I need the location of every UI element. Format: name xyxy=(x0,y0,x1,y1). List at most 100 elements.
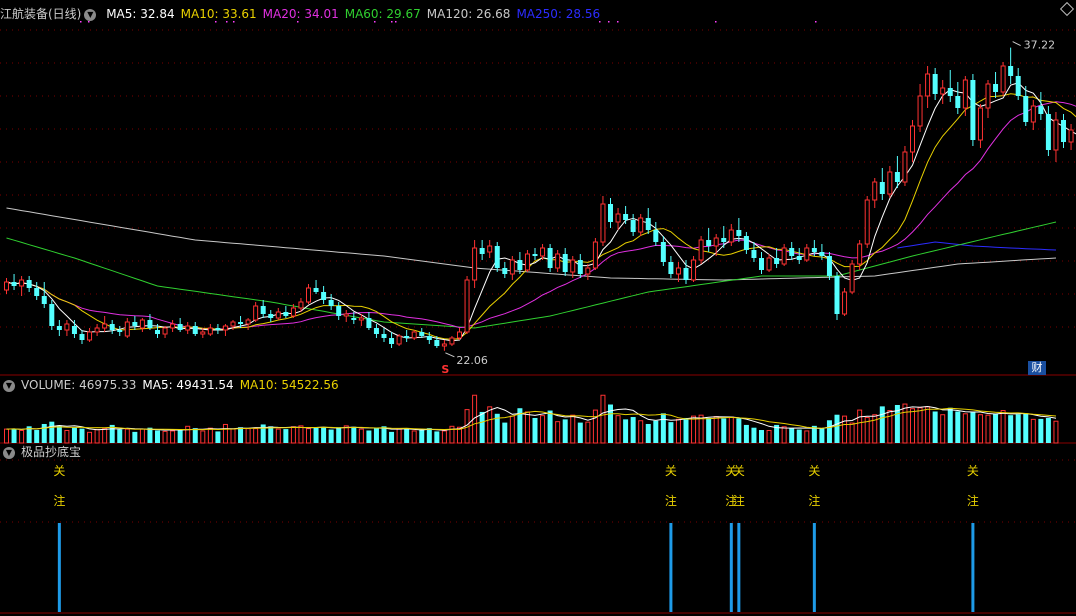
candle-body xyxy=(638,217,644,233)
ma250-line xyxy=(897,241,1057,251)
volume-bar xyxy=(910,408,915,444)
volume-bar xyxy=(389,431,395,443)
grid-lines xyxy=(0,29,1076,614)
candle-body xyxy=(796,256,802,260)
volume-bar xyxy=(139,428,145,444)
moving-average-lines xyxy=(6,82,1076,342)
ma-legend-item: MA10: 33.61 xyxy=(180,7,257,21)
signal-label: 关 xyxy=(732,464,745,478)
volume-bar xyxy=(1053,420,1059,444)
volume-bar xyxy=(540,415,546,444)
volume-bar xyxy=(804,430,810,444)
ma20-line xyxy=(6,101,1076,330)
candle-body xyxy=(87,331,93,341)
ma-legend: MA5: 32.84 MA10: 33.61 MA20: 34.01 MA60: 29… xyxy=(106,7,606,21)
volume-bar xyxy=(781,426,787,444)
candle-body xyxy=(238,322,244,324)
s-marker: S xyxy=(441,363,449,376)
candle-body xyxy=(487,245,493,253)
candle-body xyxy=(660,242,666,262)
volume-bar xyxy=(487,406,493,444)
candle-body xyxy=(358,317,364,321)
candle-body xyxy=(1030,105,1036,123)
collapse-icon[interactable]: ▼ xyxy=(3,379,15,392)
candle-body xyxy=(4,281,9,291)
candle-body xyxy=(857,243,863,265)
volume-bar xyxy=(623,419,629,443)
collapse-icon[interactable]: ▼ xyxy=(3,446,15,459)
candle-body xyxy=(993,84,999,92)
volume-bar xyxy=(71,427,77,443)
candle-body xyxy=(117,330,123,332)
volume-bar xyxy=(947,407,953,443)
volume-bar xyxy=(306,428,311,444)
volume-panel-header: ▼ VOLUME: 46975.33 MA5: 49431.54 MA10: 5452… xyxy=(0,377,351,393)
candle-body xyxy=(479,248,485,254)
candle-body xyxy=(728,229,734,243)
candle-body xyxy=(570,259,576,273)
signal-bars xyxy=(57,523,975,612)
candle-body xyxy=(721,238,727,242)
ma5-line xyxy=(6,82,1076,342)
candle-body xyxy=(419,332,425,336)
volume-bar xyxy=(245,428,251,444)
candle-body xyxy=(139,319,145,329)
candle-body xyxy=(691,259,697,281)
signal-label: 注 xyxy=(732,494,745,508)
ma-legend-item: MA5: 32.84 xyxy=(106,7,175,21)
candle-body xyxy=(524,253,530,271)
volume-bar xyxy=(645,423,651,443)
volume-bar xyxy=(736,418,742,443)
candle-body xyxy=(290,307,296,317)
candle-body xyxy=(804,247,810,261)
volume-bar xyxy=(200,430,206,444)
volume-bar xyxy=(411,430,417,444)
candle-body xyxy=(977,107,983,141)
candle-body xyxy=(902,151,908,183)
indicator-panel-header: ▼ 极品抄底宝 xyxy=(0,444,87,460)
candle-body xyxy=(1053,119,1059,151)
candle-body xyxy=(675,267,681,275)
candle-body xyxy=(630,220,636,232)
candle-body xyxy=(774,258,780,264)
signal-label: 关 xyxy=(966,464,979,478)
volume-bar xyxy=(321,427,327,443)
volume-bar xyxy=(117,429,123,443)
volume-bar xyxy=(87,431,93,444)
volume-bar xyxy=(577,422,583,443)
volume-bar xyxy=(253,428,259,444)
candle-body xyxy=(540,247,546,257)
finance-badge[interactable]: 财 xyxy=(1028,361,1046,375)
volume-bar xyxy=(766,429,772,444)
candlesticks xyxy=(4,47,1074,351)
volume-bar xyxy=(721,418,727,443)
signal-bar xyxy=(57,523,61,612)
volume-bar xyxy=(298,425,304,444)
volume-bar xyxy=(653,420,659,443)
candle-body xyxy=(41,296,47,304)
volume-bar xyxy=(192,428,198,443)
collapse-icon[interactable]: ▼ xyxy=(84,8,97,21)
volume-bar xyxy=(313,427,319,443)
volume-bar xyxy=(41,423,47,443)
candle-body xyxy=(940,87,946,95)
marker-dot xyxy=(815,21,817,23)
ma60-line xyxy=(6,221,1057,329)
volume-bar xyxy=(11,428,17,443)
low-price-label: 22.06 xyxy=(456,354,488,367)
volume-bar xyxy=(547,410,553,443)
volume-bar xyxy=(532,417,538,443)
ma-legend-item: MA20: 34.01 xyxy=(262,7,339,21)
volume-bar xyxy=(373,427,379,443)
signal-label: 关 xyxy=(664,464,677,478)
candle-body xyxy=(932,74,938,94)
volume-bar xyxy=(698,414,704,444)
candle-body xyxy=(64,323,70,331)
volume-bar xyxy=(849,422,855,444)
volume-bar xyxy=(328,429,334,443)
candle-body xyxy=(124,321,130,337)
signal-bar xyxy=(737,523,741,612)
candle-body xyxy=(411,331,417,339)
volume-bar xyxy=(283,429,289,443)
signal-bar xyxy=(812,523,816,612)
